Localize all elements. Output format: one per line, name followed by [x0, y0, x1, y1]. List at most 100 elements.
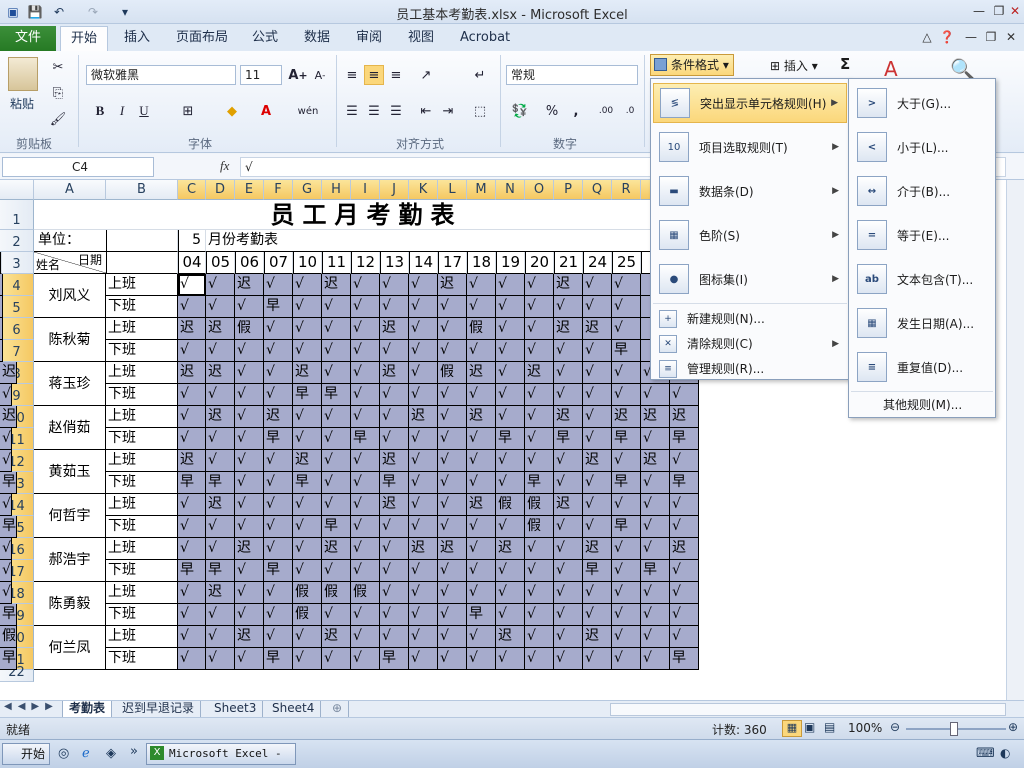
attendance-cell[interactable]: √: [178, 582, 206, 604]
attendance-cell[interactable]: √: [380, 604, 409, 626]
ie-icon[interactable]: ℯ: [82, 746, 90, 761]
attendance-cell[interactable]: 迟: [583, 538, 612, 560]
attendance-cell[interactable]: √: [380, 582, 409, 604]
attendance-cell[interactable]: √: [583, 604, 612, 626]
highlight-rule-item[interactable]: < 小于(L)...: [851, 127, 993, 167]
attendance-cell[interactable]: 假: [438, 362, 467, 384]
attendance-cell[interactable]: √: [612, 582, 641, 604]
percent-button[interactable]: %: [542, 101, 562, 121]
attendance-cell[interactable]: 早: [322, 384, 351, 406]
attendance-cell[interactable]: 迟: [380, 318, 409, 340]
cf-menu-small-item[interactable]: ≡ 管理规则(R)...: [653, 357, 847, 380]
attendance-cell[interactable]: √: [264, 538, 293, 560]
attendance-cell[interactable]: √: [380, 406, 409, 428]
attendance-cell[interactable]: 早: [641, 560, 670, 582]
attendance-cell[interactable]: √: [264, 516, 293, 538]
attendance-cell[interactable]: 早: [264, 296, 293, 318]
attendance-cell[interactable]: √: [438, 516, 467, 538]
attendance-cell[interactable]: √: [235, 428, 264, 450]
attendance-cell[interactable]: √: [409, 362, 438, 384]
attendance-cell[interactable]: √: [351, 560, 380, 582]
unit-value[interactable]: [106, 230, 178, 252]
attendance-cell[interactable]: √: [351, 296, 380, 318]
attendance-cell[interactable]: √: [178, 538, 206, 560]
attendance-cell[interactable]: 早: [264, 560, 293, 582]
attendance-cell[interactable]: 迟: [293, 362, 322, 384]
close-icon[interactable]: ✕: [1004, 2, 1024, 20]
attendance-cell[interactable]: √: [235, 472, 264, 494]
attendance-cell[interactable]: √: [322, 428, 351, 450]
attendance-cell[interactable]: √: [351, 384, 380, 406]
attendance-cell[interactable]: 迟: [264, 406, 293, 428]
attendance-cell[interactable]: √: [554, 340, 583, 362]
wb-close-icon[interactable]: ✕: [1000, 28, 1022, 46]
employee-name[interactable]: 陈秋菊: [34, 318, 106, 362]
attendance-cell[interactable]: 早: [467, 604, 496, 626]
attendance-cell[interactable]: √: [178, 494, 206, 516]
attendance-cell[interactable]: √: [178, 516, 206, 538]
attendance-cell[interactable]: √: [554, 472, 583, 494]
attendance-cell[interactable]: √: [467, 340, 496, 362]
attendance-cell[interactable]: √: [467, 648, 496, 670]
attendance-cell[interactable]: √: [612, 274, 641, 296]
insert-cells-button[interactable]: ⊞ 插入 ▾: [770, 57, 818, 74]
attendance-cell[interactable]: [0, 274, 3, 296]
autosum-button[interactable]: Σ: [840, 55, 850, 73]
attendance-cell[interactable]: √: [293, 626, 322, 648]
attendance-cell[interactable]: √: [293, 340, 322, 362]
highlight-rule-item[interactable]: ▦ 发生日期(A)...: [851, 303, 993, 343]
attendance-cell[interactable]: √: [380, 626, 409, 648]
column-header-g[interactable]: G: [293, 180, 322, 200]
attendance-cell[interactable]: 假: [351, 582, 380, 604]
comma-button[interactable]: ,: [566, 101, 586, 121]
column-header-l[interactable]: L: [438, 180, 467, 200]
tab-review[interactable]: 审阅: [346, 26, 392, 51]
attendance-cell[interactable]: 早: [583, 560, 612, 582]
attendance-cell[interactable]: √: [438, 494, 467, 516]
quicklaunch-icon-1[interactable]: ◎: [58, 746, 69, 761]
attendance-cell[interactable]: 迟: [322, 538, 351, 560]
attendance-cell[interactable]: √: [670, 494, 699, 516]
attendance-cell[interactable]: √: [264, 340, 293, 362]
employee-name[interactable]: 何哲宇: [34, 494, 106, 538]
currency-icon[interactable]: 💱: [510, 101, 530, 121]
attendance-cell[interactable]: 迟: [206, 582, 235, 604]
attendance-cell[interactable]: √: [554, 450, 583, 472]
attendance-cell[interactable]: √: [380, 274, 409, 296]
more-rules-item[interactable]: 其他规则(M)...: [883, 393, 962, 415]
attendance-cell[interactable]: √: [496, 604, 525, 626]
attendance-cell[interactable]: 迟: [0, 406, 17, 428]
attendance-cell[interactable]: √: [554, 362, 583, 384]
attendance-cell[interactable]: √: [235, 384, 264, 406]
attendance-cell[interactable]: 迟: [525, 362, 554, 384]
attendance-cell[interactable]: √: [206, 450, 235, 472]
attendance-cell[interactable]: √: [235, 340, 264, 362]
cf-menu-item[interactable]: ≶ 突出显示单元格规则(H) ▶: [653, 83, 847, 123]
row-header-6[interactable]: 6: [0, 318, 34, 340]
attendance-cell[interactable]: √: [467, 472, 496, 494]
tab-acrobat[interactable]: Acrobat: [450, 26, 520, 51]
attendance-cell[interactable]: 迟: [554, 318, 583, 340]
column-header-c[interactable]: C: [178, 180, 206, 200]
highlight-rule-item[interactable]: = 等于(E)...: [851, 215, 993, 255]
attendance-cell[interactable]: √: [612, 560, 641, 582]
attendance-cell[interactable]: 早: [293, 384, 322, 406]
wb-restore-icon[interactable]: ❐: [980, 28, 1002, 46]
attendance-cell[interactable]: 早: [206, 560, 235, 582]
attendance-cell[interactable]: 迟: [641, 406, 670, 428]
attendance-cell[interactable]: 早: [264, 428, 293, 450]
attendance-cell[interactable]: 假: [525, 494, 554, 516]
column-header-k[interactable]: K: [409, 180, 438, 200]
attendance-cell[interactable]: 迟: [467, 362, 496, 384]
attendance-cell[interactable]: √: [409, 648, 438, 670]
attendance-cell[interactable]: √: [583, 362, 612, 384]
attendance-cell[interactable]: √: [641, 604, 670, 626]
attendance-cell[interactable]: √: [206, 604, 235, 626]
month-value[interactable]: 5: [178, 230, 206, 252]
attendance-cell[interactable]: √: [351, 450, 380, 472]
attendance-cell[interactable]: √: [322, 604, 351, 626]
row-header-22[interactable]: 22: [0, 665, 34, 682]
attendance-cell[interactable]: 迟: [235, 626, 264, 648]
date-header[interactable]: 14: [409, 252, 438, 274]
attendance-cell[interactable]: √: [525, 428, 554, 450]
